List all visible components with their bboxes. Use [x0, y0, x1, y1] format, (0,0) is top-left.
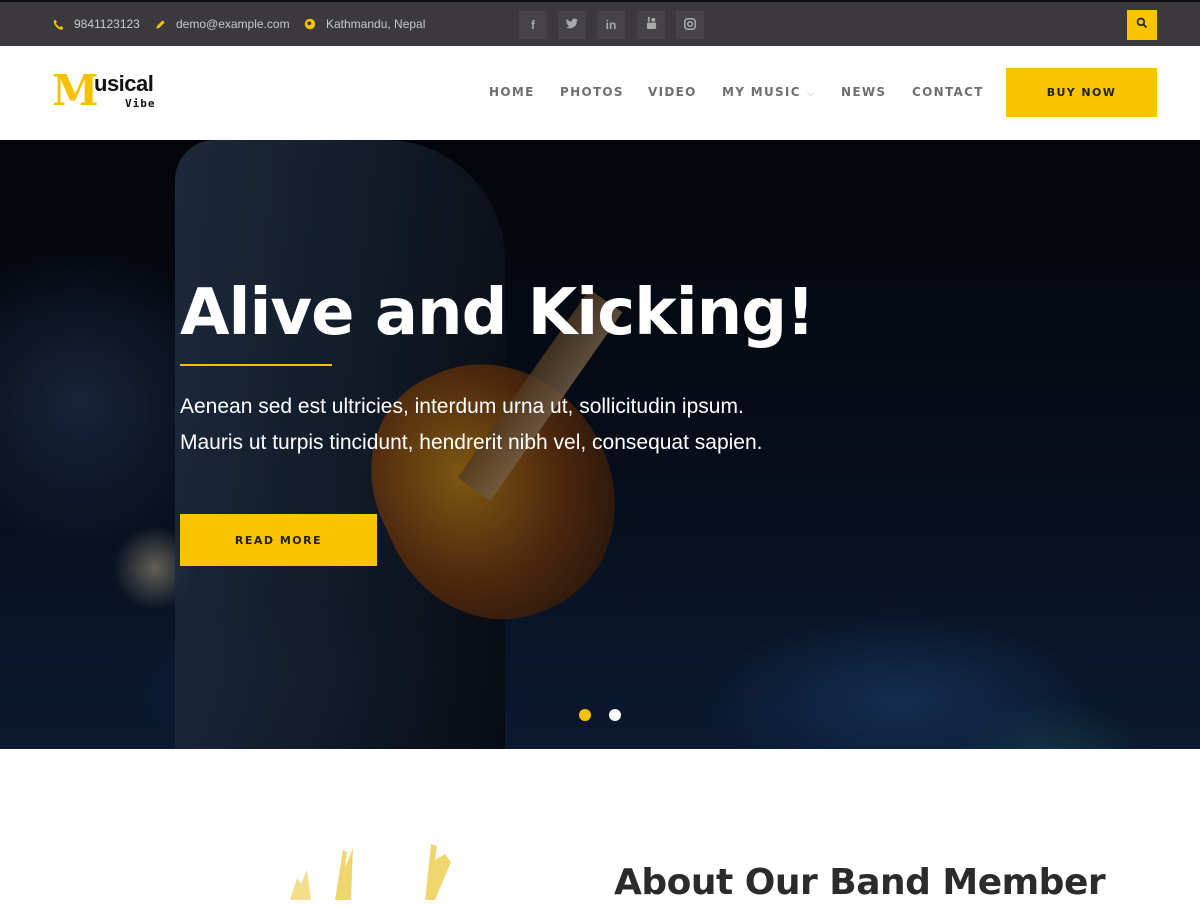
- chevron-down-icon: ⌵: [806, 89, 815, 99]
- logo-subtitle: Vibe: [125, 97, 156, 110]
- nav-my-music[interactable]: MY MUSIC ⌵: [722, 85, 815, 99]
- nav-contact[interactable]: CONTACT: [912, 85, 984, 99]
- phone-contact: 9841123123: [52, 2, 140, 46]
- slider-dot-1-active[interactable]: [579, 709, 591, 721]
- twitter-link[interactable]: [558, 11, 586, 39]
- nav-news[interactable]: NEWS: [841, 85, 886, 99]
- top-bar: 9841123123 demo@example.com Kathmandu, N…: [0, 0, 1200, 46]
- search-icon: [1136, 16, 1148, 34]
- email-address[interactable]: demo@example.com: [176, 17, 290, 31]
- linkedin-icon: in: [605, 18, 617, 32]
- read-more-button[interactable]: READ MORE: [180, 514, 377, 566]
- nav-home[interactable]: HOME: [489, 85, 535, 99]
- twitter-icon: [566, 18, 578, 32]
- location-text: Kathmandu, Nepal: [326, 17, 426, 31]
- phone-number: 9841123123: [74, 17, 140, 31]
- hero-text-line-2: Mauris ut turpis tincidunt, hendrerit ni…: [180, 431, 763, 454]
- hero-description: Aenean sed est ultricies, interdum urna …: [180, 389, 763, 461]
- about-section-title: About Our Band Member: [614, 862, 1106, 903]
- youtube-link[interactable]: [637, 11, 665, 39]
- nav-my-music-label: MY MUSIC: [722, 85, 801, 99]
- logo-word: usical: [94, 71, 154, 96]
- phone-icon: [52, 19, 64, 30]
- map-pin-icon: [304, 18, 316, 30]
- buy-now-button[interactable]: BUY NOW: [1006, 68, 1157, 117]
- hero-title: Alive and Kicking!: [180, 276, 815, 350]
- instagram-link[interactable]: [676, 11, 704, 39]
- facebook-link[interactable]: f: [519, 11, 547, 39]
- hero-text-line-1: Aenean sed est ultricies, interdum urna …: [180, 395, 744, 418]
- slider-dot-2[interactable]: [609, 709, 621, 721]
- email-contact: demo@example.com: [154, 2, 290, 46]
- location-contact: Kathmandu, Nepal: [304, 2, 425, 46]
- search-button[interactable]: [1127, 10, 1157, 40]
- nav-video[interactable]: VIDEO: [648, 85, 697, 99]
- main-header: M usical Vibe HOME PHOTOS VIDEO MY MUSIC…: [0, 46, 1200, 140]
- instagram-icon: [684, 17, 696, 33]
- pencil-icon: [154, 19, 166, 30]
- hero-divider: [180, 364, 332, 366]
- facebook-icon: f: [531, 18, 535, 32]
- hero-slider: Alive and Kicking! Aenean sed est ultric…: [0, 140, 1200, 749]
- nav-photos[interactable]: PHOTOS: [560, 85, 624, 99]
- logo-initial: M: [52, 66, 99, 115]
- linkedin-link[interactable]: in: [597, 11, 625, 39]
- youtube-icon: [646, 17, 657, 33]
- hands-illustration: [285, 840, 455, 900]
